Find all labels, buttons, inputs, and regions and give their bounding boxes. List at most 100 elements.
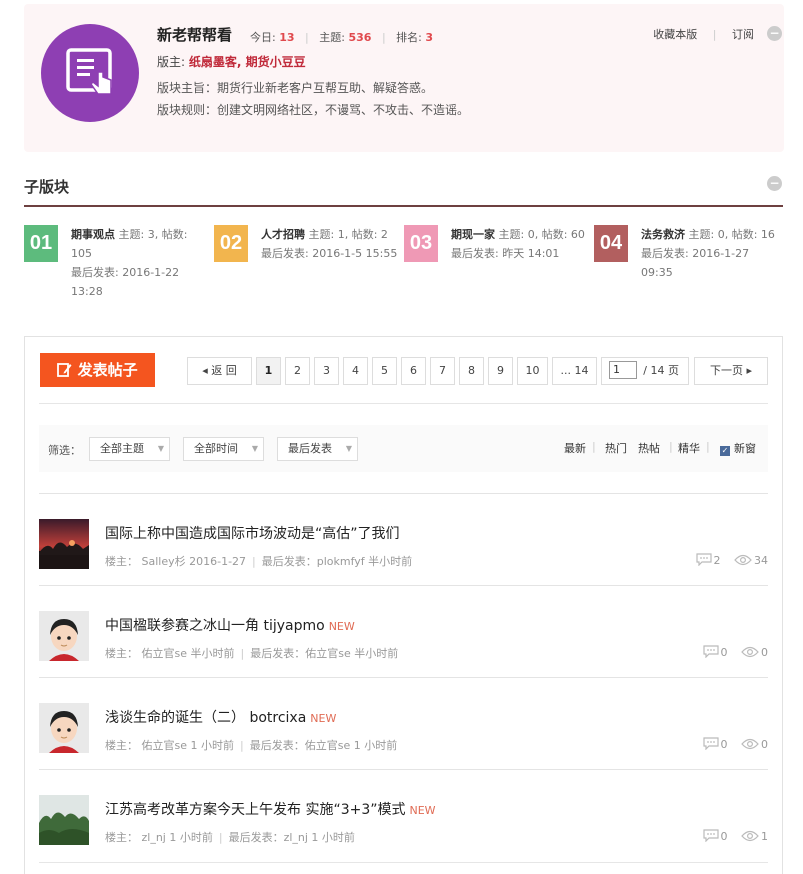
collapse-icon[interactable]: −	[767, 26, 782, 41]
filter-latest[interactable]: 最新	[564, 440, 586, 456]
comment-icon	[695, 553, 712, 566]
moderators-label: 版主:	[157, 55, 186, 69]
rank-value: 3	[425, 31, 434, 44]
thread-last-post: 最后发表：plokmfyf 半小时前	[261, 555, 413, 568]
thread-author: 楼主： 佑立官se 1 小时前	[105, 739, 234, 752]
forum-header: 新老帮帮看 今日: 13 | 主题: 536 | 排名: 3 收藏本版 | 订阅…	[24, 4, 784, 152]
next-page-button[interactable]: 下一页 ▸	[694, 357, 768, 385]
caret-down-icon: ▼	[251, 444, 258, 453]
thread-row[interactable]: 江苏高考改革方案今天上午发布 实施“3+3”模式 NEW 楼主： zl_nj 1 …	[39, 769, 768, 861]
favorite-link[interactable]: 收藏本版	[653, 28, 697, 41]
subforum-last-post: 最后发表: 2016-1-5 15:55	[261, 247, 398, 260]
subforum-item[interactable]: 02 人才招聘 主题: 1, 帖数: 2 最后发表: 2016-1-5 15:55	[214, 225, 398, 305]
new-badge: NEW	[409, 804, 436, 817]
page-input[interactable]: 1	[609, 361, 637, 379]
subforum-name[interactable]: 期事观点	[71, 228, 115, 241]
total-pages: / 14 页	[643, 364, 679, 377]
forum-actions: 收藏本版 | 订阅	[653, 28, 754, 41]
thread-title[interactable]: 浅谈生命的诞生（二） botrcixa NEW	[105, 707, 336, 727]
page-last[interactable]: ... 14	[552, 357, 597, 385]
thread-row[interactable]: 中国楹联参赛之冰山一角 tijyapmo NEW 楼主： 佑立官se 半小时前 | 最…	[39, 585, 768, 677]
view-count: 0	[761, 738, 768, 751]
filter-digest[interactable]: 精华	[678, 440, 700, 456]
time-filter-select[interactable]: 全部时间 ▼	[183, 437, 264, 461]
page-4[interactable]: 4	[343, 357, 368, 385]
thread-thumbnail	[39, 795, 89, 845]
separator: |	[669, 440, 673, 453]
avatar	[39, 611, 89, 661]
comment-icon	[702, 645, 719, 658]
page-10[interactable]: 10	[517, 357, 548, 385]
subforum-name[interactable]: 法务救济	[641, 228, 685, 241]
thread-title-text[interactable]: 浅谈生命的诞生（二） botrcixa	[105, 710, 306, 726]
page-9[interactable]: 9	[488, 357, 513, 385]
thread-title[interactable]: 江苏高考改革方案今天上午发布 实施“3+3”模式 NEW	[105, 799, 436, 819]
page-6[interactable]: 6	[401, 357, 426, 385]
avatar	[39, 703, 89, 753]
new-badge: NEW	[328, 620, 355, 633]
filter-hot[interactable]: 热门	[605, 440, 627, 456]
page-3[interactable]: 3	[314, 357, 339, 385]
thread-counts: 2 34	[686, 553, 768, 567]
eye-icon	[741, 646, 759, 658]
view-count: 0	[761, 646, 768, 659]
thread-meta: 楼主： zl_nj 1 小时前 | 最后发表：zl_nj 1 小时前	[105, 831, 355, 844]
subforum-number: 03	[404, 225, 438, 262]
forum-logo	[41, 24, 139, 122]
thread-title-text[interactable]: 江苏高考改革方案今天上午发布 实施“3+3”模式	[105, 802, 406, 818]
thread-row[interactable]: 国际上称中国造成国际市场波动是“高估”了我们 楼主： Salley杉 2016-…	[39, 493, 768, 585]
collapse-icon[interactable]: −	[767, 176, 782, 191]
filter-bar: 筛选： 全部主题 ▼ 全部时间 ▼ 最后发表 ▼ 最新 | 热门 热帖 | 精华 | …	[39, 425, 768, 472]
separator: |	[706, 440, 710, 453]
edit-icon	[57, 363, 72, 377]
moderator-links[interactable]: 纸扇墨客, 期货小豆豆	[189, 55, 306, 69]
subforum-name[interactable]: 人才招聘	[261, 228, 305, 241]
divider	[39, 403, 768, 404]
view-count: 34	[754, 554, 768, 567]
eye-icon	[734, 554, 752, 566]
subforum-number: 04	[594, 225, 628, 262]
thread-meta: 楼主： 佑立官se 半小时前 | 最后发表：佑立官se 半小时前	[105, 647, 399, 660]
today-count: 13	[279, 31, 295, 44]
rank-label: 排名:	[396, 31, 422, 44]
subscribe-link[interactable]: 订阅	[732, 28, 754, 41]
subforum-last-post: 最后发表: 昨天 14:01	[451, 247, 560, 260]
today-label: 今日:	[250, 31, 276, 44]
thread-counts: 0 0	[693, 737, 768, 751]
page-8[interactable]: 8	[459, 357, 484, 385]
moderators: 版主: 纸扇墨客, 期货小豆豆	[157, 53, 306, 70]
reply-count: 2	[713, 554, 721, 567]
subforum-stats: 主题: 1, 帖数: 2	[305, 228, 388, 241]
new-window-toggle[interactable]: ✓ 新窗	[720, 440, 756, 456]
thread-title[interactable]: 中国楹联参赛之冰山一角 tijyapmo NEW	[105, 615, 355, 635]
page-1[interactable]: 1	[256, 357, 281, 385]
divider	[39, 862, 768, 863]
back-button[interactable]: ◂ 返 回	[187, 357, 252, 385]
thread-author: 楼主： Salley杉 2016-1-27	[105, 555, 247, 568]
subforum-last-post: 最后发表: 2016-1-22 13:28	[71, 266, 180, 298]
caret-down-icon: ▼	[345, 444, 352, 453]
sort-select[interactable]: 最后发表 ▼	[277, 437, 358, 461]
filter-hotpost[interactable]: 热帖	[638, 440, 660, 456]
subforum-item[interactable]: 04 法务救济 主题: 0, 帖数: 16 最后发表: 2016-1-27 09:…	[594, 225, 775, 305]
new-post-button[interactable]: 发表帖子	[40, 353, 155, 387]
thread-row[interactable]: 浅谈生命的诞生（二） botrcixa NEW 楼主： 佑立官se 1 小时前 | 最…	[39, 677, 768, 769]
subforum-item[interactable]: 03 期现一家 主题: 0, 帖数: 60 最后发表: 昨天 14:01	[404, 225, 585, 305]
subforum-item[interactable]: 01 期事观点 主题: 3, 帖数: 105 最后发表: 2016-1-22 13…	[24, 225, 204, 305]
thread-title-text[interactable]: 国际上称中国造成国际市场波动是“高估”了我们	[105, 526, 400, 542]
thread-last-post: 最后发表：zl_nj 1 小时前	[228, 831, 355, 844]
checkbox-checked-icon[interactable]: ✓	[720, 446, 730, 456]
topic-filter-select[interactable]: 全部主题 ▼	[89, 437, 170, 461]
thread-title[interactable]: 国际上称中国造成国际市场波动是“高估”了我们	[105, 523, 400, 543]
new-badge: NEW	[310, 712, 337, 725]
filter-label: 筛选：	[48, 444, 81, 457]
page-7[interactable]: 7	[430, 357, 455, 385]
thread-thumbnail	[39, 519, 89, 569]
page-2[interactable]: 2	[285, 357, 310, 385]
divider	[24, 205, 783, 207]
thread-title-text[interactable]: 中国楹联参赛之冰山一角 tijyapmo	[105, 618, 325, 634]
tablet-hand-icon	[66, 48, 112, 95]
thread-last-post: 最后发表：佑立官se 半小时前	[250, 647, 399, 660]
subforum-name[interactable]: 期现一家	[451, 228, 495, 241]
page-5[interactable]: 5	[372, 357, 397, 385]
